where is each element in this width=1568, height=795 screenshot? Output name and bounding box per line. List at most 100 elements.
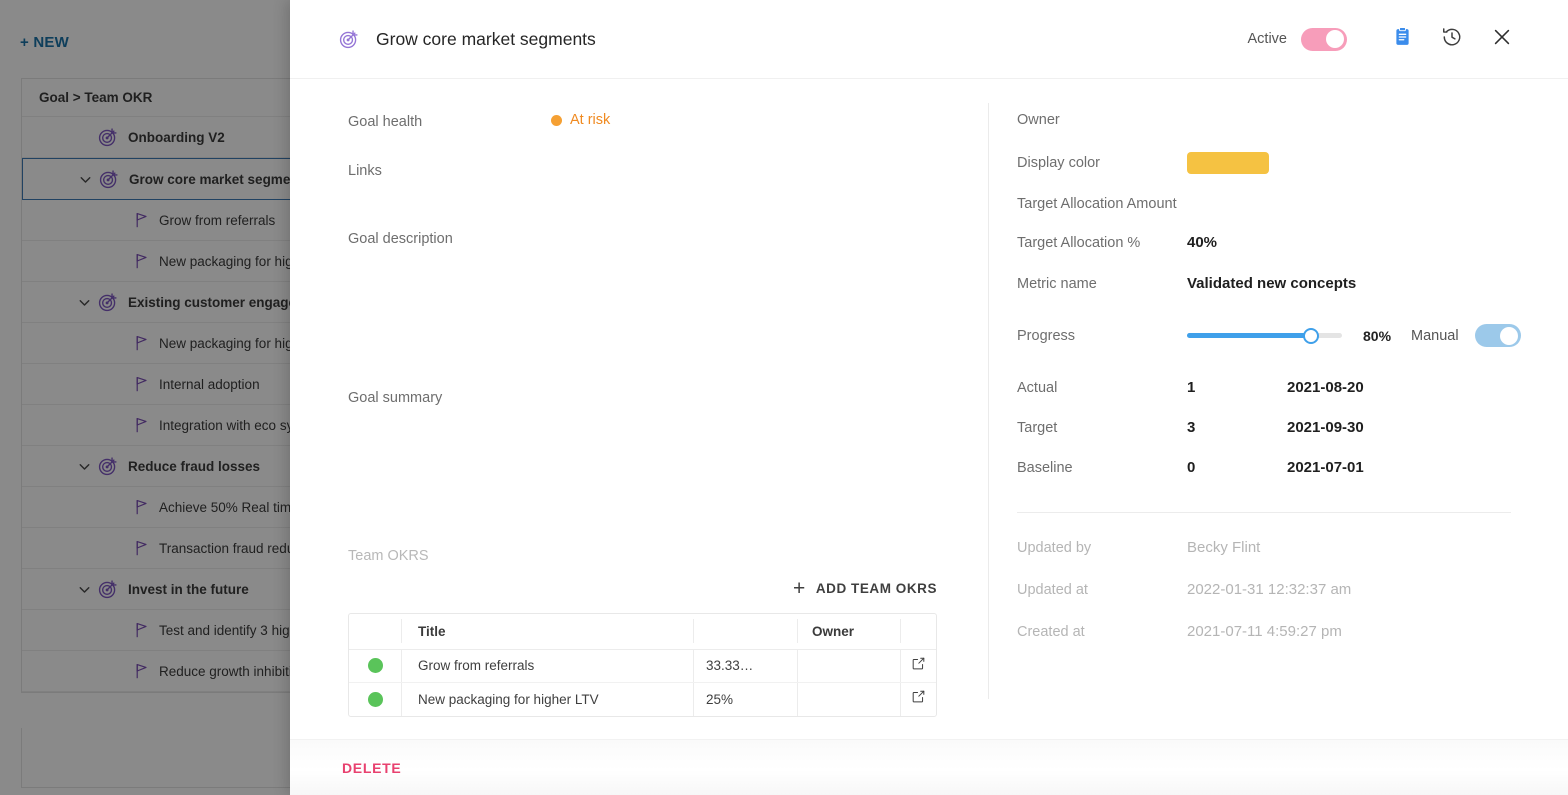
progress-row: Progress 80% Manual <box>1017 324 1568 347</box>
active-toggle-label: Active <box>1247 31 1288 47</box>
add-team-okrs-row: + ADD TEAM OKRS <box>348 578 937 599</box>
table-col-owner: Owner <box>797 619 900 643</box>
baseline-date[interactable]: 2021-07-01 <box>1287 459 1364 476</box>
display-color-label: Display color <box>1017 155 1100 171</box>
baseline-value[interactable]: 0 <box>1187 459 1287 476</box>
goal-health-value[interactable]: At risk <box>551 112 610 128</box>
row-progress-cell: 33.33… <box>693 649 797 682</box>
target-allocation-pct-value[interactable]: 40% <box>1187 234 1217 251</box>
plus-icon: + <box>793 576 806 600</box>
owner-row: Owner <box>1017 112 1568 128</box>
row-title: Grow from referrals <box>418 658 535 673</box>
table-row[interactable]: Grow from referrals 33.33… <box>349 649 936 683</box>
actual-value[interactable]: 1 <box>1187 379 1287 396</box>
progress-percent-value: 80% <box>1363 327 1392 344</box>
manual-toggle-knob <box>1499 326 1518 345</box>
target-date[interactable]: 2021-09-30 <box>1287 419 1364 436</box>
row-title-cell: New packaging for higher LTV <box>401 682 693 716</box>
goal-description-row: Goal description <box>348 231 988 247</box>
updated-at-value: 2022-01-31 12:32:37 am <box>1187 581 1352 598</box>
notes-button[interactable] <box>1382 19 1422 59</box>
active-toggle[interactable] <box>1301 27 1347 51</box>
history-icon <box>1441 26 1463 53</box>
delete-button[interactable]: DELETE <box>342 760 401 776</box>
links-row: Links <box>348 163 988 179</box>
progress-label: Progress <box>1017 327 1076 344</box>
manual-toggle-label: Manual <box>1411 327 1459 344</box>
target-allocation-amount-label: Target Allocation Amount <box>1017 196 1177 212</box>
row-status-cell <box>349 691 401 707</box>
row-progress: 25% <box>706 691 734 707</box>
add-team-okrs-button[interactable]: + ADD TEAM OKRS <box>793 578 937 599</box>
open-link-icon[interactable] <box>911 656 926 676</box>
close-button[interactable] <box>1482 19 1522 59</box>
table-col-title: Title <box>401 619 693 643</box>
goal-health-row: Goal health At risk <box>348 112 988 130</box>
row-title-cell: Grow from referrals <box>401 649 693 682</box>
team-okrs-table: Title Owner Grow from referrals 33.33… New… <box>348 612 937 717</box>
goal-health-label: Goal health <box>348 113 423 130</box>
created-at-label: Created at <box>1017 624 1085 640</box>
row-open-cell[interactable] <box>900 649 936 682</box>
updated-by-row: Updated by Becky Flint <box>1017 539 1568 556</box>
manual-toggle[interactable] <box>1474 324 1521 347</box>
actual-date[interactable]: 2021-08-20 <box>1287 379 1364 396</box>
actual-row: Actual 1 2021-08-20 <box>1017 379 1568 396</box>
target-label: Target <box>1017 419 1058 436</box>
table-header-title: Title <box>418 623 446 639</box>
baseline-row: Baseline 0 2021-07-01 <box>1017 459 1568 476</box>
row-progress: 33.33… <box>706 658 754 673</box>
owner-label: Owner <box>1017 112 1060 128</box>
metadata-divider <box>1017 512 1511 513</box>
row-owner-cell <box>797 649 900 682</box>
history-button[interactable] <box>1432 19 1472 59</box>
goal-detail-modal: Grow core market segments Active Goal he… <box>290 0 1568 795</box>
row-open-cell[interactable] <box>900 682 936 716</box>
left-pane: Goal health At risk Links Goal descripti… <box>290 79 988 739</box>
baseline-label: Baseline <box>1017 459 1073 476</box>
target-allocation-pct-row: Target Allocation % 40% <box>1017 234 1568 251</box>
updated-by-value: Becky Flint <box>1187 539 1261 556</box>
open-link-icon[interactable] <box>911 689 926 709</box>
add-team-okrs-label: ADD TEAM OKRS <box>815 580 937 596</box>
links-label: Links <box>348 162 382 179</box>
table-header-owner: Owner <box>812 623 855 639</box>
table-col-action <box>900 619 936 643</box>
display-color-row: Display color <box>1017 152 1568 174</box>
table-row[interactable]: New packaging for higher LTV 25% <box>349 682 936 716</box>
team-okrs-label: Team OKRS <box>348 547 429 564</box>
metric-name-label: Metric name <box>1017 275 1097 292</box>
goal-summary-row: Goal summary <box>348 390 988 406</box>
target-allocation-pct-label: Target Allocation % <box>1017 234 1141 251</box>
display-color-swatch[interactable] <box>1187 152 1269 174</box>
modal-footer: DELETE <box>290 739 1568 795</box>
updated-at-label: Updated at <box>1017 582 1088 598</box>
goal-health-text: At risk <box>570 112 611 128</box>
metric-name-value[interactable]: Validated new concepts <box>1187 275 1356 292</box>
updated-at-row: Updated at 2022-01-31 12:32:37 am <box>1017 581 1568 598</box>
progress-slider-fill <box>1187 333 1311 338</box>
row-title: New packaging for higher LTV <box>418 691 599 707</box>
table-body: Grow from referrals 33.33… New packaging f… <box>349 649 936 716</box>
page-title: Grow core market segments <box>376 28 596 49</box>
metric-name-row: Metric name Validated new concepts <box>1017 275 1568 292</box>
clipboard-icon <box>1392 26 1413 52</box>
goal-description-label: Goal description <box>348 230 453 247</box>
progress-slider-handle[interactable] <box>1303 327 1319 344</box>
close-icon <box>1491 26 1513 53</box>
row-progress-cell: 25% <box>693 682 797 716</box>
actual-label: Actual <box>1017 379 1058 396</box>
created-at-row: Created at 2021-07-11 4:59:27 pm <box>1017 623 1568 640</box>
target-value[interactable]: 3 <box>1187 419 1287 436</box>
goal-summary-label: Goal summary <box>348 389 443 406</box>
modal-body: Goal health At risk Links Goal descripti… <box>290 79 1568 739</box>
modal-header: Grow core market segments Active <box>290 0 1568 79</box>
status-dot-icon <box>367 658 383 673</box>
row-status-cell <box>349 658 401 673</box>
active-toggle-knob <box>1326 30 1344 48</box>
status-dot-icon <box>367 691 383 707</box>
created-at-value: 2021-07-11 4:59:27 pm <box>1187 623 1342 640</box>
app-root: + NEW Goal > Team OKR Onboarding V2 Grow … <box>0 0 1568 795</box>
row-owner-cell <box>797 682 900 716</box>
progress-slider[interactable] <box>1187 327 1342 344</box>
